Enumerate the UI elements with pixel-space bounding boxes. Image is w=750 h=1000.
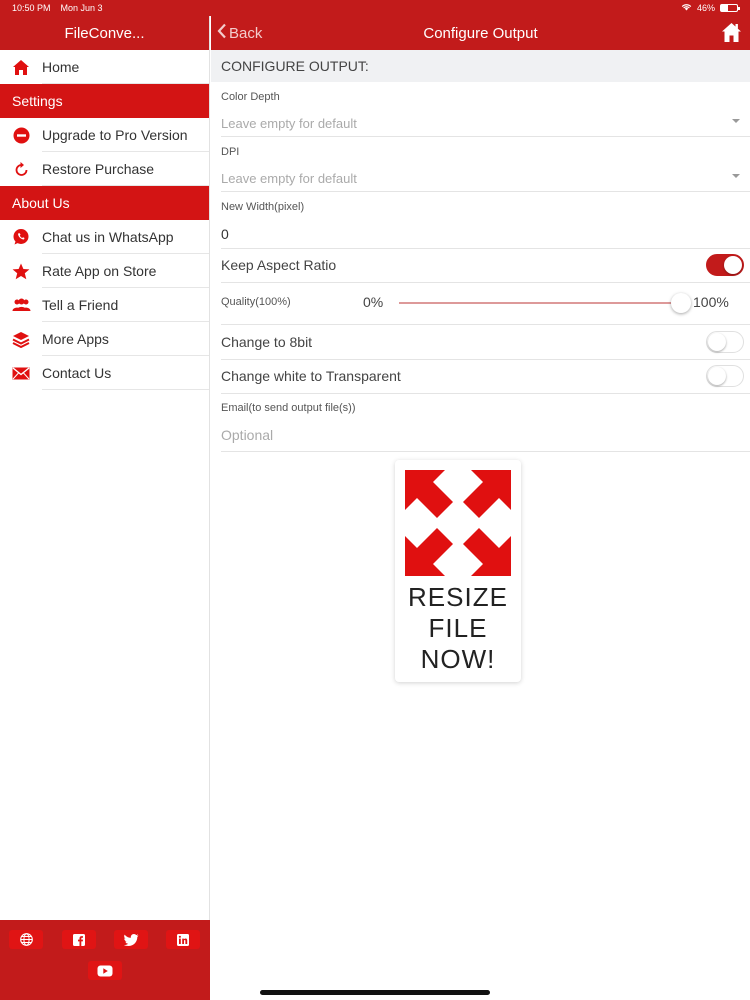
- status-bar: 10:50 PM Mon Jun 3 46%: [0, 0, 750, 16]
- quality-label: Quality(100%): [221, 296, 291, 308]
- home-icon: [722, 23, 741, 42]
- nav-bar: Configure Output Back: [211, 16, 750, 50]
- resize-line-1: RESIZE: [408, 582, 508, 612]
- quality-slider-thumb[interactable]: [671, 293, 691, 313]
- battery-percent: 46%: [696, 3, 715, 13]
- color-depth-input[interactable]: Leave empty for default: [221, 116, 357, 131]
- white-transparent-toggle[interactable]: [706, 365, 744, 387]
- home-icon: [0, 59, 42, 76]
- linkedin-icon[interactable]: [166, 930, 200, 949]
- refresh-icon: [0, 161, 42, 178]
- sidebar-item-label: Home: [42, 59, 80, 75]
- star-icon: [0, 263, 42, 280]
- new-width-field[interactable]: New Width(pixel) 0: [211, 192, 750, 249]
- sidebar-item-rate[interactable]: Rate App on Store: [0, 254, 209, 288]
- chevron-left-icon: [217, 23, 227, 43]
- home-indicator[interactable]: [260, 990, 490, 995]
- color-depth-label: Color Depth: [221, 91, 280, 103]
- wifi-icon: [681, 3, 692, 13]
- new-width-label: New Width(pixel): [221, 201, 305, 213]
- dpi-label: DPI: [221, 146, 240, 158]
- about-section-header: About Us: [0, 186, 209, 220]
- new-width-input[interactable]: 0: [221, 226, 229, 242]
- whatsapp-icon: [0, 228, 42, 246]
- dpi-field[interactable]: DPI Leave empty for default: [211, 137, 750, 192]
- sidebar-item-label: Rate App on Store: [42, 263, 157, 279]
- sidebar-item-restore[interactable]: Restore Purchase: [0, 152, 209, 186]
- sidebar-item-upgrade[interactable]: Upgrade to Pro Version: [0, 118, 209, 152]
- sidebar-item-label: Contact Us: [42, 365, 112, 381]
- keep-aspect-row: Keep Aspect Ratio: [211, 249, 750, 283]
- quality-row: Quality(100%) 0% 100%: [211, 283, 750, 325]
- minus-circle-icon: [0, 127, 42, 144]
- change-8bit-toggle[interactable]: [706, 331, 744, 353]
- color-depth-field[interactable]: Color Depth Leave empty for default: [211, 82, 750, 137]
- resize-file-button[interactable]: RESIZE FILE NOW!: [395, 460, 521, 682]
- email-field[interactable]: Email(to send output file(s)) Optional: [211, 394, 750, 452]
- quality-min-label: 0%: [363, 294, 384, 310]
- sidebar-item-whatsapp[interactable]: Chat us in WhatsApp: [0, 220, 209, 254]
- sidebar-item-label: Restore Purchase: [42, 161, 155, 177]
- section-title: CONFIGURE OUTPUT:: [211, 50, 750, 82]
- white-transparent-row: Change white to Transparent: [211, 360, 750, 394]
- sidebar-item-label: Tell a Friend: [42, 297, 119, 313]
- chevron-down-icon[interactable]: [732, 119, 740, 123]
- settings-section-header: Settings: [0, 84, 209, 118]
- resize-line-3: NOW!: [420, 644, 496, 674]
- change-8bit-row: Change to 8bit: [211, 325, 750, 360]
- configure-form: CONFIGURE OUTPUT: Color Depth Leave empt…: [211, 50, 750, 682]
- keep-aspect-toggle[interactable]: [706, 254, 744, 276]
- keep-aspect-label: Keep Aspect Ratio: [221, 257, 337, 273]
- people-icon: [0, 298, 42, 312]
- sidebar-item-label: Chat us in WhatsApp: [42, 229, 174, 245]
- globe-icon[interactable]: [9, 930, 43, 949]
- quality-max-label: 100%: [693, 294, 729, 310]
- sidebar-item-more-apps[interactable]: More Apps: [0, 322, 209, 356]
- chevron-down-icon[interactable]: [732, 174, 740, 178]
- home-button[interactable]: [721, 22, 742, 48]
- youtube-icon[interactable]: [88, 961, 122, 980]
- email-input[interactable]: Optional: [221, 427, 273, 443]
- change-8bit-label: Change to 8bit: [221, 334, 313, 350]
- resize-line-2: FILE: [428, 613, 488, 643]
- sidebar-item-label: Upgrade to Pro Version: [42, 127, 188, 143]
- sidebar-item-contact[interactable]: Contact Us: [0, 356, 209, 390]
- dpi-input[interactable]: Leave empty for default: [221, 171, 357, 186]
- social-footer: [0, 920, 210, 1000]
- back-label: Back: [229, 24, 263, 42]
- status-time: 10:50 PM: [12, 3, 51, 13]
- sidebar-item-home[interactable]: Home: [0, 50, 209, 84]
- status-date: Mon Jun 3: [60, 3, 103, 13]
- white-transparent-label: Change white to Transparent: [221, 368, 401, 384]
- twitter-icon[interactable]: [114, 930, 148, 949]
- quality-slider-track[interactable]: [399, 302, 681, 304]
- mail-icon: [0, 366, 42, 380]
- back-button[interactable]: Back: [217, 16, 262, 50]
- sidebar-title: FileConve...: [0, 16, 209, 50]
- sidebar-item-label: More Apps: [42, 331, 109, 347]
- layers-icon: [0, 331, 42, 348]
- facebook-icon[interactable]: [62, 930, 96, 949]
- battery-icon: [720, 4, 740, 12]
- page-title: Configure Output: [423, 24, 538, 42]
- sidebar: FileConve... Home Settings Upgrade to Pr…: [0, 16, 210, 1000]
- sidebar-item-tell-friend[interactable]: Tell a Friend: [0, 288, 209, 322]
- email-label: Email(to send output file(s)): [221, 402, 356, 414]
